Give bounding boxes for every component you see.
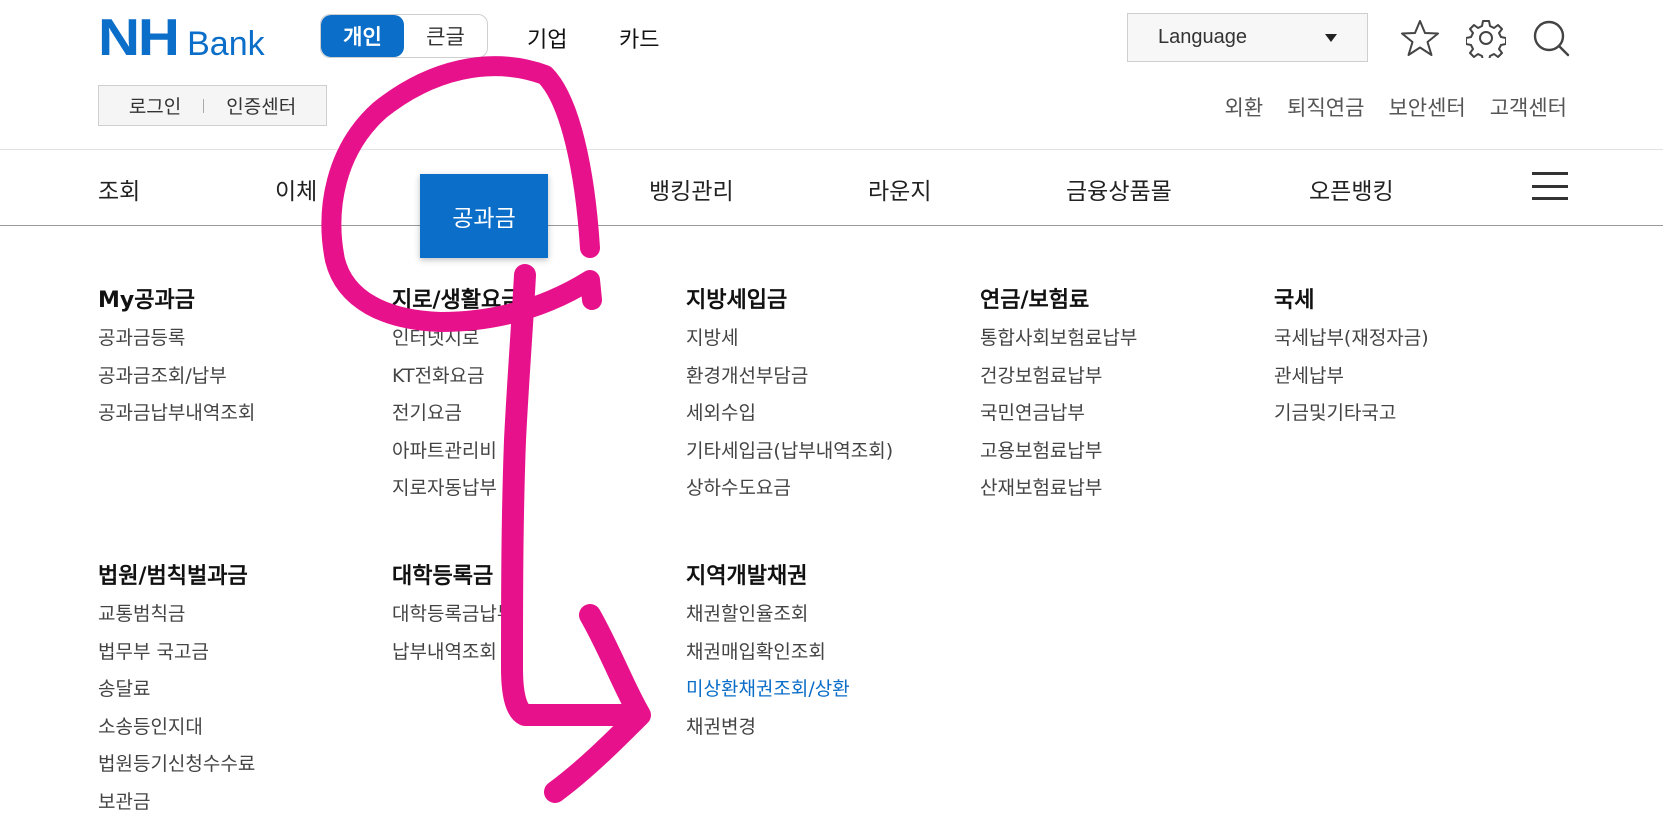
util-link-pension[interactable]: 퇴직연금 <box>1287 92 1364 122</box>
mode-personal-button[interactable]: 개인 <box>321 15 404 57</box>
menu-column-court-fines: 법원/범칙벌과금 교통범칙금 법무부 국고금 송달료 소송등인지대 법원등기신청… <box>98 558 255 826</box>
gnb-item-utility-bills[interactable]: 공과금 <box>420 174 548 258</box>
utility-links: 외환 퇴직연금 보안센터 고객센터 <box>1225 92 1567 122</box>
language-label: Language <box>1158 26 1247 48</box>
util-link-security[interactable]: 보안센터 <box>1388 92 1465 122</box>
menu-item[interactable]: 환경개선부담금 <box>686 363 893 401</box>
menu-item[interactable]: 국민연금납부 <box>980 400 1137 438</box>
hamburger-menu-icon[interactable] <box>1532 172 1568 200</box>
menu-item[interactable]: 관세납부 <box>1274 363 1429 401</box>
caret-down-icon <box>1325 33 1337 42</box>
menu-item[interactable]: 보관금 <box>98 789 255 827</box>
gnb-item-banking-management[interactable]: 뱅킹관리 <box>649 172 734 206</box>
login-box: 로그인 인증센터 <box>98 85 327 126</box>
menu-column-tuition: 대학등록금 대학등록금납부 납부내역조회 <box>392 558 514 676</box>
menu-column-national-tax: 국세 국세납부(재정자금) 관세납부 기금및기타국고 <box>1274 282 1429 438</box>
menu-item-highlighted[interactable]: 미상환채권조회/상환 <box>686 676 850 714</box>
menu-item[interactable]: 교통범칙금 <box>98 601 255 639</box>
menu-item[interactable]: 공과금납부내역조회 <box>98 400 255 438</box>
menu-column-title[interactable]: 지역개발채권 <box>686 558 850 590</box>
util-link-customer[interactable]: 고객센터 <box>1490 92 1567 122</box>
menu-item[interactable]: 대학등록금납부 <box>392 601 514 639</box>
login-link[interactable]: 로그인 <box>129 92 181 119</box>
menu-column-title[interactable]: 국세 <box>1274 282 1429 314</box>
search-button[interactable] <box>1531 18 1571 58</box>
menu-column-pension-insurance: 연금/보험료 통합사회보험료납부 건강보험료납부 국민연금납부 고용보험료납부 … <box>980 282 1137 513</box>
menu-item[interactable]: 산재보험료납부 <box>980 475 1137 513</box>
menu-item[interactable]: 아파트관리비 <box>392 438 521 476</box>
annotation-arrow-head <box>544 604 651 803</box>
settings-button[interactable] <box>1466 18 1506 58</box>
gear-icon <box>1466 20 1506 58</box>
menu-item[interactable]: 송달료 <box>98 676 255 714</box>
logo-bank: Bank <box>187 25 265 63</box>
menu-item[interactable]: 기금및기타국고 <box>1274 400 1429 438</box>
menu-column-title[interactable]: 연금/보험료 <box>980 282 1137 314</box>
menu-item[interactable]: 소송등인지대 <box>98 714 255 752</box>
language-select[interactable]: Language <box>1127 13 1368 62</box>
menu-item[interactable]: 기타세입금(납부내역조회) <box>686 438 893 476</box>
menu-column-regional-bonds: 지역개발채권 채권할인율조회 채권매입확인조회 미상환채권조회/상환 채권변경 <box>686 558 850 751</box>
menu-item[interactable]: 법무부 국고금 <box>98 639 255 677</box>
util-link-forex[interactable]: 외환 <box>1225 92 1264 122</box>
menu-item[interactable]: 법원등기신청수수료 <box>98 751 255 789</box>
gnb-item-transfer[interactable]: 이체 <box>275 172 317 206</box>
menu-item[interactable]: 전기요금 <box>392 400 521 438</box>
menu-item[interactable]: 지방세 <box>686 325 893 363</box>
top-link-enterprise[interactable]: 기업 <box>527 22 567 54</box>
divider <box>203 98 205 113</box>
gnb-item-open-banking[interactable]: 오픈뱅킹 <box>1309 172 1394 206</box>
menu-column-title[interactable]: 지방세입금 <box>686 282 893 314</box>
menu-item[interactable]: 공과금조회/납부 <box>98 363 255 401</box>
menu-column-title[interactable]: 지로/생활요금 <box>392 282 521 314</box>
menu-item[interactable]: 채권매입확인조회 <box>686 639 850 677</box>
menu-item[interactable]: 지로자동납부 <box>392 475 521 513</box>
menu-item[interactable]: 건강보험료납부 <box>980 363 1137 401</box>
annotation-arrow-stem <box>501 264 641 726</box>
gnb-divider-top <box>0 149 1663 150</box>
menu-item[interactable]: 국세납부(재정자금) <box>1274 325 1429 363</box>
search-icon <box>1533 20 1570 57</box>
menu-item[interactable]: 통합사회보험료납부 <box>980 325 1137 363</box>
menu-column-local-tax: 지방세입금 지방세 환경개선부담금 세외수입 기타세입금(납부내역조회) 상하수… <box>686 282 893 513</box>
menu-column-title[interactable]: 법원/범칙벌과금 <box>98 558 255 590</box>
mode-large-text-button[interactable]: 큰글 <box>404 15 487 57</box>
menu-item[interactable]: 인터넷지로 <box>392 325 521 363</box>
menu-column-title[interactable]: 대학등록금 <box>392 558 514 590</box>
logo-nh: NH <box>98 9 180 67</box>
gnb-item-lounge[interactable]: 라운지 <box>868 172 931 206</box>
mode-toggle: 개인 큰글 <box>320 14 488 58</box>
menu-item[interactable]: 상하수도요금 <box>686 475 893 513</box>
menu-item[interactable]: 채권변경 <box>686 714 850 752</box>
menu-item[interactable]: 공과금등록 <box>98 325 255 363</box>
favorite-button[interactable] <box>1400 18 1440 58</box>
gnb-item-financial-mall[interactable]: 금융상품몰 <box>1066 172 1172 206</box>
menu-item[interactable]: 채권할인율조회 <box>686 601 850 639</box>
nh-bank-logo[interactable]: NH Bank <box>98 9 265 67</box>
menu-item[interactable]: KT전화요금 <box>392 363 521 401</box>
gnb-item-inquiry[interactable]: 조회 <box>98 172 140 206</box>
top-link-card[interactable]: 카드 <box>619 22 659 54</box>
menu-column-my-bills: My공과금 공과금등록 공과금조회/납부 공과금납부내역조회 <box>98 282 255 438</box>
gnb-divider-bottom <box>0 225 1663 226</box>
menu-column-title[interactable]: My공과금 <box>98 282 255 314</box>
menu-item[interactable]: 고용보험료납부 <box>980 438 1137 476</box>
cert-center-link[interactable]: 인증센터 <box>226 92 296 119</box>
menu-column-giro: 지로/생활요금 인터넷지로 KT전화요금 전기요금 아파트관리비 지로자동납부 <box>392 282 521 513</box>
star-icon <box>1401 20 1439 56</box>
menu-item[interactable]: 세외수입 <box>686 400 893 438</box>
menu-item[interactable]: 납부내역조회 <box>392 639 514 677</box>
